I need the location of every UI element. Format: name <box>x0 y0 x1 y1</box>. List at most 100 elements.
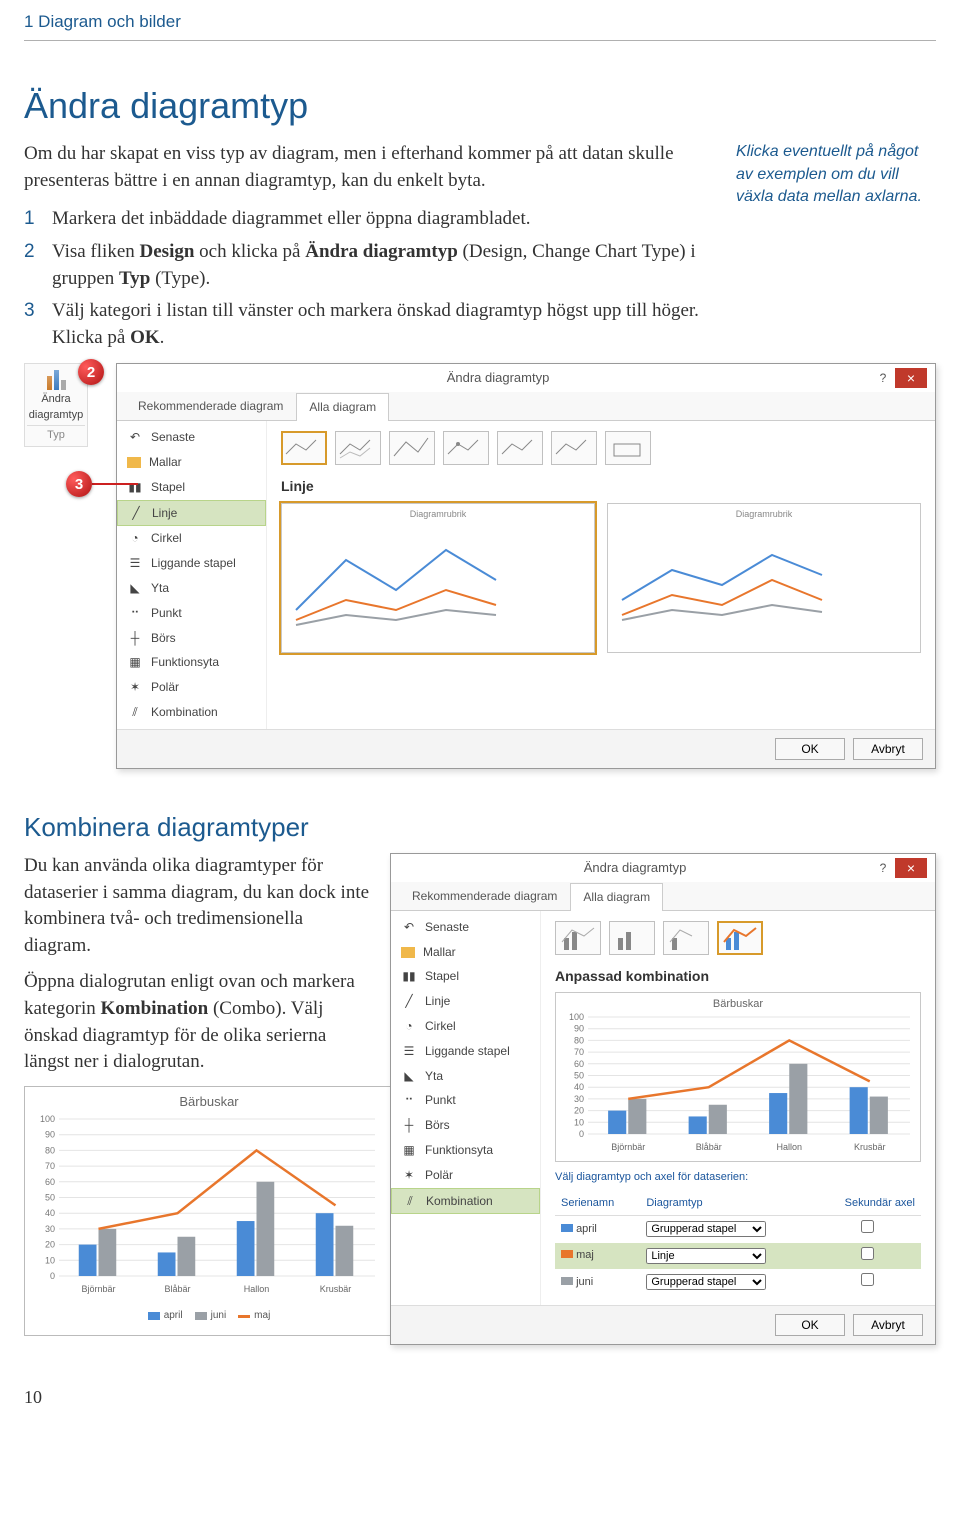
chart-icon <box>27 368 85 390</box>
cat-surface[interactable]: ▦Funktionsyta <box>391 1138 540 1163</box>
cat-recent[interactable]: ↶Senaste <box>391 915 540 940</box>
chart-subtype[interactable] <box>609 921 655 955</box>
chart-plot: 0102030405060708090100BjörnbärBlåbärHall… <box>31 1115 381 1300</box>
area-chart-icon: ◣ <box>127 581 143 595</box>
cat-templates[interactable]: Mallar <box>117 450 266 475</box>
category-list: ↶Senaste Mallar ▮▮Stapel ╱Linje ◔Cirkel … <box>117 421 267 729</box>
pane-title: Linje <box>281 477 921 497</box>
step-number: 3 <box>24 298 52 351</box>
folder-icon <box>401 947 415 958</box>
chart-preview[interactable]: Diagramrubrik <box>607 503 921 653</box>
chart-legend: april juni maj <box>31 1309 387 1323</box>
chart-subtype[interactable] <box>389 431 435 465</box>
cat-stock[interactable]: ┼Börs <box>391 1113 540 1138</box>
tab-recommended[interactable]: Rekommenderade diagram <box>125 392 296 420</box>
secondary-axis-checkbox[interactable] <box>861 1273 874 1286</box>
ok-button[interactable]: OK <box>775 1314 845 1336</box>
cat-pie[interactable]: ◔Cirkel <box>391 1014 540 1039</box>
column-chart-icon: ▮▮ <box>401 970 417 984</box>
chart-subtype[interactable] <box>497 431 543 465</box>
chart-subtype[interactable] <box>551 431 597 465</box>
svg-text:80: 80 <box>574 1035 584 1045</box>
heading-1: Ändra diagramtyp <box>24 81 936 131</box>
bar-chart-icon: ☰ <box>127 557 143 571</box>
svg-text:70: 70 <box>45 1161 55 1171</box>
ok-button[interactable]: OK <box>775 738 845 760</box>
chart-subtype[interactable] <box>717 921 763 955</box>
svg-text:Björnbär: Björnbär <box>81 1284 115 1294</box>
svg-text:20: 20 <box>574 1105 584 1115</box>
page-header: 1 Diagram och bilder <box>24 0 936 41</box>
page-number: 10 <box>24 1385 936 1410</box>
pie-chart-icon: ◔ <box>127 532 143 546</box>
cat-pie[interactable]: ◔Cirkel <box>117 526 266 551</box>
chart-subtype[interactable] <box>663 921 709 955</box>
svg-text:Krusbär: Krusbär <box>320 1284 352 1294</box>
chart-subtype[interactable] <box>335 431 381 465</box>
cancel-button[interactable]: Avbryt <box>853 738 923 760</box>
cancel-button[interactable]: Avbryt <box>853 1314 923 1336</box>
cat-scatter[interactable]: ⠒Punkt <box>391 1088 540 1113</box>
cat-combo[interactable]: ⫽Kombination <box>117 700 266 725</box>
cat-bar[interactable]: ☰Liggande stapel <box>117 551 266 576</box>
line-chart-icon: ╱ <box>128 506 144 520</box>
callout-2: 2 <box>78 359 104 385</box>
cat-line[interactable]: ╱Linje <box>391 989 540 1014</box>
svg-text:80: 80 <box>45 1145 55 1155</box>
svg-text:Hallon: Hallon <box>776 1142 802 1152</box>
svg-text:Blåbär: Blåbär <box>164 1284 190 1294</box>
dialog-title: Ändra diagramtyp <box>399 859 871 877</box>
secondary-axis-checkbox[interactable] <box>861 1247 874 1260</box>
svg-text:50: 50 <box>574 1070 584 1080</box>
cat-column[interactable]: ▮▮Stapel <box>391 964 540 989</box>
cat-scatter[interactable]: ⠒Punkt <box>117 601 266 626</box>
chart-preview[interactable]: Diagramrubrik <box>281 503 595 653</box>
step-text: Visa fliken Design och klicka på Ändra d… <box>52 239 720 292</box>
svg-text:60: 60 <box>574 1059 584 1069</box>
step-number: 1 <box>24 206 52 233</box>
cat-area[interactable]: ◣Yta <box>391 1064 540 1089</box>
pane-title: Anpassad kombination <box>555 967 921 987</box>
help-icon[interactable]: ? <box>871 370 895 387</box>
stock-chart-icon: ┼ <box>127 631 143 645</box>
steps-list: 1Markera det inbäddade diagrammet eller … <box>24 206 720 351</box>
surface-chart-icon: ▦ <box>127 656 143 670</box>
chart-subtype[interactable] <box>443 431 489 465</box>
tab-all[interactable]: Alla diagram <box>296 393 389 421</box>
close-icon[interactable]: × <box>895 858 927 878</box>
step-number: 2 <box>24 239 52 292</box>
close-icon[interactable]: × <box>895 368 927 388</box>
chart-title: Bärbuskar <box>31 1093 387 1111</box>
barbuskar-chart: Bärbuskar 0102030405060708090100Björnbär… <box>24 1086 394 1336</box>
secondary-axis-checkbox[interactable] <box>861 1220 874 1233</box>
tab-recommended[interactable]: Rekommenderade diagram <box>399 882 570 910</box>
chart-type-select[interactable]: Grupperad stapel <box>646 1274 766 1290</box>
cat-radar[interactable]: ✶Polär <box>391 1163 540 1188</box>
cat-bar[interactable]: ☰Liggande stapel <box>391 1039 540 1064</box>
help-icon[interactable]: ? <box>871 860 895 877</box>
svg-text:50: 50 <box>45 1193 55 1203</box>
chart-type-select[interactable]: Linje <box>646 1248 766 1264</box>
combo-paragraph: Du kan använda olika diagramtyper för da… <box>24 853 374 959</box>
column-chart-icon: ▮▮ <box>127 480 143 494</box>
combo-paragraph: Öppna dialogrutan enligt ovan och marker… <box>24 969 374 1075</box>
chart-subtype[interactable] <box>281 431 327 465</box>
cat-line[interactable]: ╱Linje <box>117 500 266 527</box>
tab-all[interactable]: Alla diagram <box>570 883 663 911</box>
chart-type-select[interactable]: Grupperad stapel <box>646 1221 766 1237</box>
cat-templates[interactable]: Mallar <box>391 940 540 965</box>
ribbon-group: Typ <box>27 425 85 443</box>
cat-stock[interactable]: ┼Börs <box>117 626 266 651</box>
cat-area[interactable]: ◣Yta <box>117 576 266 601</box>
recent-icon: ↶ <box>401 920 417 934</box>
cat-recent[interactable]: ↶Senaste <box>117 425 266 450</box>
area-chart-icon: ◣ <box>401 1069 417 1083</box>
cat-combo[interactable]: ⫽Kombination <box>391 1188 540 1215</box>
svg-text:100: 100 <box>569 1013 584 1022</box>
pie-chart-icon: ◔ <box>401 1019 417 1033</box>
cat-surface[interactable]: ▦Funktionsyta <box>117 650 266 675</box>
chart-subtype[interactable] <box>605 431 651 465</box>
chart-subtype[interactable] <box>555 921 601 955</box>
cat-radar[interactable]: ✶Polär <box>117 675 266 700</box>
cat-column[interactable]: ▮▮Stapel <box>117 475 266 500</box>
